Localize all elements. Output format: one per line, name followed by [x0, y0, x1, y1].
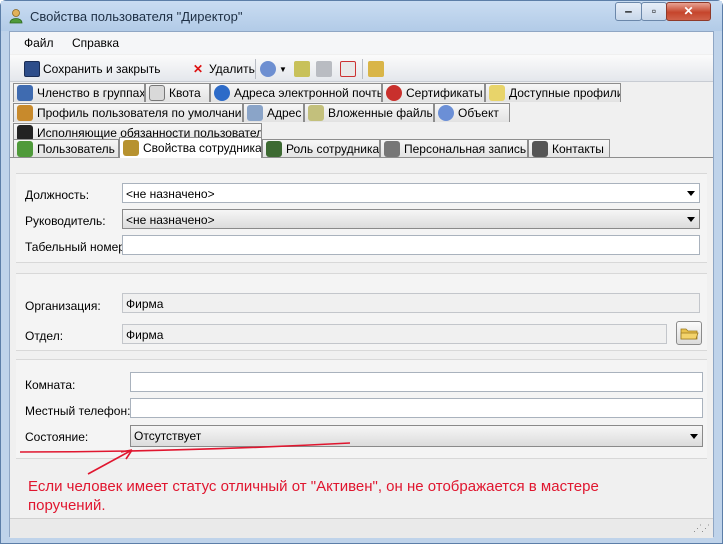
maximize-icon: ▫ [651, 4, 657, 18]
chevron-down-icon [687, 191, 695, 196]
edit-button[interactable] [368, 60, 387, 78]
organization-field: Фирма [122, 293, 700, 313]
profiles-icon [489, 85, 505, 101]
user-tab-icon [17, 141, 33, 157]
close-button[interactable]: ✕ [666, 2, 711, 21]
tab-contacts[interactable]: Контакты [528, 139, 610, 158]
manager-label: Руководитель: [25, 214, 106, 228]
window-title: Свойства пользователя "Директор" [30, 9, 243, 24]
attach-button[interactable] [294, 60, 313, 78]
delete-icon: ✕ [192, 62, 204, 76]
tab-default-profile[interactable]: Профиль пользователя по умолчанию [13, 103, 243, 122]
local-phone-label: Местный телефон: [25, 404, 131, 418]
gear-icon [438, 105, 454, 121]
save-icon [24, 61, 40, 77]
employee-gear-icon [123, 140, 139, 156]
tab-address[interactable]: Адрес [243, 103, 304, 122]
options-icon [260, 61, 276, 77]
print-icon [316, 61, 332, 77]
gauge-icon [149, 85, 165, 101]
position-group: Должность: <не назначено> Руководитель: … [16, 173, 707, 263]
title-bar[interactable]: Свойства пользователя "Директор" ‒ ▫ ✕ [1, 1, 722, 31]
tab-certificates[interactable]: Сертификаты [382, 83, 485, 102]
address-card-icon [247, 105, 263, 121]
contacts-icon [532, 141, 548, 157]
toolbar-separator [255, 59, 256, 79]
delete-button[interactable]: ✕ Удалить [190, 60, 255, 78]
menu-file[interactable]: Файл [24, 36, 54, 50]
role-icon [266, 141, 282, 157]
tab-quota[interactable]: Квота [145, 83, 210, 102]
attach-icon [294, 61, 310, 77]
pencil-icon [368, 61, 384, 77]
app-window: Свойства пользователя "Директор" ‒ ▫ ✕ Ф… [0, 0, 723, 544]
organization-group: Организация: Фирма Отдел: Фирма [16, 273, 707, 351]
paperclip-icon [308, 105, 324, 121]
personnel-number-label: Табельный номер: [25, 240, 129, 254]
chevron-down-icon [690, 434, 698, 439]
toolbar: Сохранить и закрыть ✕ Удалить ▼ [10, 55, 713, 82]
state-label: Состояние: [25, 430, 89, 444]
tab-email-addresses[interactable]: Адреса электронной почты [210, 83, 382, 102]
print-button[interactable] [316, 60, 335, 78]
save-close-button[interactable]: Сохранить и закрыть [24, 60, 160, 78]
search-person-icon [384, 141, 400, 157]
tab-personal-record[interactable]: Персональная запись [380, 139, 528, 158]
user-icon [9, 9, 23, 24]
contact-info-group: Комната: Местный телефон: Состояние: Отс… [16, 359, 707, 459]
minimize-icon: ‒ [625, 4, 632, 18]
profile-icon [17, 105, 33, 121]
tab-user[interactable]: Пользователь [13, 139, 119, 158]
tab-employee-properties[interactable]: Свойства сотрудника [119, 137, 262, 158]
minimize-button[interactable]: ‒ [615, 2, 642, 21]
room-label: Комната: [25, 378, 76, 392]
room-input[interactable] [130, 372, 703, 392]
folder-icon [680, 328, 699, 340]
annotation-note: Если человек имеет статус отличный от "А… [28, 478, 599, 514]
tab-object[interactable]: Объект [434, 103, 510, 122]
tab-group-membership[interactable]: Членство в группах [13, 83, 145, 102]
status-bar: ⋰⋰ [10, 518, 713, 538]
pdf-button[interactable] [340, 60, 359, 78]
organization-label: Организация: [25, 299, 101, 313]
department-label: Отдел: [25, 329, 64, 343]
dropdown-arrow-icon: ▼ [279, 64, 287, 74]
personnel-number-input[interactable] [122, 235, 700, 255]
position-label: Должность: [25, 188, 90, 202]
menu-help[interactable]: Справка [72, 36, 119, 50]
local-phone-input[interactable] [130, 398, 703, 418]
save-close-label: Сохранить и закрыть [43, 62, 161, 76]
menu-bar: Файл Справка [10, 32, 713, 54]
department-field: Фирма [122, 324, 667, 344]
resize-grip-icon[interactable]: ⋰⋰ [693, 523, 710, 534]
tab-attached-files[interactable]: Вложенные файлы [304, 103, 434, 122]
browse-department-button[interactable] [676, 321, 702, 345]
state-select[interactable]: Отсутствует [130, 425, 703, 447]
toolbar-separator-2 [362, 59, 363, 79]
certificate-icon [386, 85, 402, 101]
maximize-button[interactable]: ▫ [641, 2, 667, 21]
options-button[interactable]: ▼ [260, 60, 287, 78]
chevron-down-icon [687, 217, 695, 222]
delete-label: Удалить [209, 62, 255, 76]
client-area: Файл Справка Сохранить и закрыть ✕ Удали… [9, 31, 714, 538]
tab-available-profiles[interactable]: Доступные профили [485, 83, 621, 102]
position-select[interactable]: <не назначено> [122, 183, 700, 203]
tab-employee-role[interactable]: Роль сотрудника [262, 139, 380, 158]
employee-properties-panel: Должность: <не назначено> Руководитель: … [10, 157, 713, 538]
close-icon: ✕ [683, 4, 694, 18]
manager-select[interactable]: <не назначено> [122, 209, 700, 229]
group-icon [17, 85, 33, 101]
pdf-icon [340, 61, 356, 77]
search-icon [214, 85, 230, 101]
